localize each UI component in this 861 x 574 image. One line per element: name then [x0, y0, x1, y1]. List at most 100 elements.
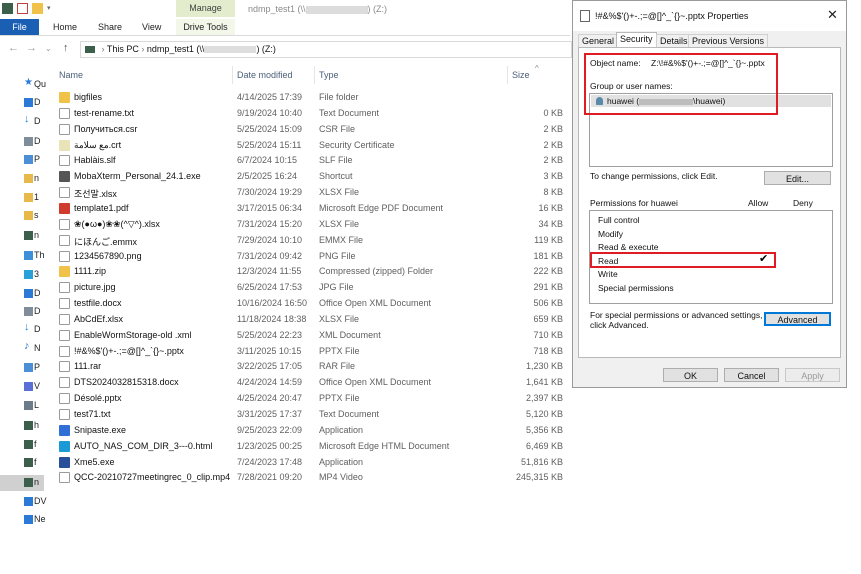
checkmark-icon[interactable]	[17, 3, 28, 14]
tab-view[interactable]: View	[142, 19, 161, 35]
sidebar-item[interactable]: D	[0, 134, 44, 150]
highlight-box-object	[584, 53, 778, 115]
sidebar-item[interactable]: ★ Qu	[0, 77, 46, 93]
sidebar-item[interactable]: P	[0, 152, 44, 168]
file-row[interactable]: مع سلامة.crt 5/25/2024 15:11 Security Cert…	[56, 138, 570, 154]
tab-general[interactable]: General	[578, 34, 619, 48]
column-divider[interactable]	[232, 66, 233, 84]
sidebar-item[interactable]: ↓ D	[0, 113, 44, 130]
tab-home[interactable]: Home	[53, 19, 77, 35]
zip-folder-icon	[59, 266, 70, 278]
sidebar-item[interactable]: f	[0, 437, 44, 453]
sidebar-item[interactable]: P	[0, 360, 44, 376]
sidebar-item[interactable]: D	[0, 304, 44, 320]
file-row[interactable]: template1.pdf 3/17/2015 06:34 Microsoft Ed…	[56, 201, 570, 217]
chevron-down-icon[interactable]: ▾	[47, 3, 58, 14]
file-row[interactable]: Snipaste.exe 9/25/2023 22:09 Application 5,…	[56, 423, 570, 439]
column-divider[interactable]	[314, 66, 315, 84]
tab-security[interactable]: Security	[616, 32, 657, 48]
tab-file[interactable]: File	[0, 19, 39, 35]
folder-icon	[24, 211, 33, 220]
close-icon[interactable]: ✕	[827, 7, 838, 23]
file-row[interactable]: AUTO_NAS_COM_DIR_3---0.html 1/23/2025 00:…	[56, 439, 570, 455]
address-bar[interactable]: › This PC › ndmp_test1 (\\) (Z:)	[80, 41, 572, 58]
tab-previous-versions[interactable]: Previous Versions	[688, 34, 769, 48]
sidebar-item[interactable]: ↓ D	[0, 321, 44, 338]
file-icon	[59, 234, 70, 246]
sidebar-item[interactable]: DV	[0, 494, 47, 510]
column-name[interactable]: Name	[59, 70, 83, 80]
back-arrow-icon[interactable]: ←	[8, 42, 19, 54]
recent-locations-icon[interactable]: ⌄	[45, 44, 52, 53]
cancel-button[interactable]: Cancel	[724, 368, 779, 382]
breadcrumb-this-pc[interactable]: This PC	[107, 44, 139, 54]
file-row[interactable]: Получиться.csr 5/25/2024 15:09 CSR File 2 K…	[56, 122, 570, 138]
file-row[interactable]: Xme5.exe 7/24/2023 17:48 Application 51,816…	[56, 455, 570, 471]
permission-row: Read & execute	[598, 242, 658, 252]
file-row[interactable]: QCC-20210727meetingrec_0_clip.mp4 7/28/20…	[56, 470, 570, 486]
file-row[interactable]: DTS2024032815318.docx 4/24/2024 14:59 Offi…	[56, 375, 570, 391]
file-name: picture.jpg	[74, 282, 116, 293]
sidebar-item[interactable]: h	[0, 418, 44, 434]
file-row[interactable]: picture.jpg 6/25/2024 17:53 JPG File 291 KB	[56, 280, 570, 296]
document-icon	[24, 137, 33, 146]
up-arrow-icon[interactable]: ↑	[63, 42, 69, 54]
ok-button[interactable]: OK	[663, 368, 718, 382]
sidebar-item[interactable]: s	[0, 208, 44, 224]
sidebar-item[interactable]: V	[0, 379, 44, 395]
column-divider[interactable]	[507, 66, 508, 84]
file-row[interactable]: EnableWormStorage-old .xml 5/25/2024 22:2…	[56, 328, 570, 344]
this-pc-icon	[24, 251, 33, 260]
file-row[interactable]: test-rename.txt 9/19/2024 10:40 Text Docum…	[56, 106, 570, 122]
sidebar-item[interactable]: ♪ N	[0, 340, 44, 357]
new-folder-icon[interactable]	[32, 3, 43, 14]
file-row[interactable]: にほんご.emmx 7/29/2024 10:10 EMMX File 119 KB	[56, 233, 570, 249]
file-row[interactable]: 1234567890.png 7/31/2024 09:42 PNG File 181…	[56, 249, 570, 265]
file-row[interactable]: ❀(●ω●)❀❀(^▽^).xlsx 7/31/2024 15:20 XLSX Fi…	[56, 217, 570, 233]
sidebar-item[interactable]: Th	[0, 248, 45, 264]
file-name: 1111.zip	[74, 266, 107, 277]
file-icon	[59, 123, 70, 135]
sidebar-item[interactable]: D	[0, 286, 44, 302]
file-row[interactable]: Hablàis.slf 6/7/2024 10:15 SLF File 2 KB	[56, 153, 570, 169]
permission-row: Special permissions	[598, 283, 674, 293]
file-row[interactable]: MobaXterm_Personal_24.1.exe 2/5/2025 16:2…	[56, 169, 570, 185]
sidebar-item[interactable]: f	[0, 455, 44, 471]
sidebar-item[interactable]: L	[0, 398, 44, 414]
advanced-button[interactable]: Advanced	[764, 312, 831, 326]
file-row[interactable]: bigfiles 4/14/2025 17:39 File folder	[56, 90, 570, 106]
file-date: 7/29/2024 10:10	[237, 234, 303, 245]
tab-drive-tools[interactable]: Drive Tools	[176, 19, 235, 35]
apply-button[interactable]: Apply	[785, 368, 840, 382]
forward-arrow-icon[interactable]: →	[26, 42, 37, 54]
file-row[interactable]: 조선말.xlsx 7/30/2024 19:29 XLSX File 8 KB	[56, 185, 570, 201]
sidebar-item[interactable]: 1	[0, 190, 44, 206]
file-row[interactable]: testfile.docx 10/16/2024 16:50 Office Open…	[56, 296, 570, 312]
properties-icon[interactable]	[2, 3, 13, 14]
sidebar-item[interactable]: n	[0, 171, 44, 187]
file-type: Text Document	[319, 107, 380, 118]
edit-button[interactable]: Edit...	[764, 171, 831, 185]
file-row[interactable]: !#&%$'()+-.;=@[]^_`{}~.pptx 3/11/2025 10:…	[56, 344, 570, 360]
sidebar-item[interactable]: 3	[0, 267, 44, 283]
pictures-icon	[24, 155, 33, 164]
sidebar-item[interactable]: Ne	[0, 512, 46, 528]
breadcrumb-share[interactable]: ndmp_test1 (\\) (Z:)	[147, 44, 276, 54]
manage-tab[interactable]: Manage	[176, 0, 235, 17]
column-type[interactable]: Type	[319, 70, 339, 80]
sidebar-item[interactable]: D	[0, 95, 44, 111]
document-icon	[580, 10, 590, 22]
edge-icon	[59, 440, 70, 452]
file-row[interactable]: 1111.zip 12/3/2024 11:55 Compressed (zippe…	[56, 264, 570, 280]
file-row[interactable]: AbCdEf.xlsx 11/18/2024 18:38 XLSX File 659 …	[56, 312, 570, 328]
column-date[interactable]: Date modified	[237, 70, 293, 80]
tab-share[interactable]: Share	[98, 19, 122, 35]
file-row[interactable]: Désolé.pptx 4/25/2024 20:47 PPTX File 2,397…	[56, 391, 570, 407]
file-row[interactable]: test71.txt 3/31/2025 17:37 Text Document 5,…	[56, 407, 570, 423]
tab-details[interactable]: Details	[656, 34, 692, 48]
sidebar-item[interactable]: n	[0, 228, 44, 244]
sidebar-item[interactable]: n	[0, 475, 44, 491]
file-row[interactable]: 111.rar 3/22/2025 17:05 RAR File 1,230 KB	[56, 359, 570, 375]
sidebar-item-label: f	[34, 457, 37, 467]
column-size[interactable]: Size	[512, 70, 530, 80]
